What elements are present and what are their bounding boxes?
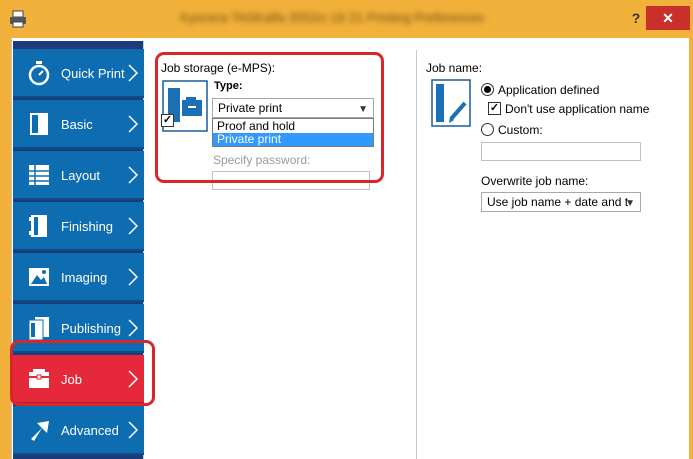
chevron-right-icon bbox=[128, 166, 139, 184]
chevron-right-icon bbox=[128, 319, 139, 337]
printer-icon bbox=[10, 10, 26, 28]
job-name-icon bbox=[431, 79, 471, 127]
application-defined-radio[interactable] bbox=[481, 83, 494, 96]
sidebar-item-label: Job bbox=[61, 372, 82, 387]
type-dropdown-list: Proof and hold Private print bbox=[212, 118, 374, 147]
chevron-right-icon bbox=[128, 268, 139, 286]
custom-job-name-input[interactable] bbox=[481, 142, 641, 161]
sidebar-item-label: Layout bbox=[61, 168, 101, 183]
chevron-down-icon: ▼ bbox=[625, 198, 635, 209]
overwrite-job-name-select[interactable]: Use job name + date and t ▼ bbox=[481, 192, 641, 212]
close-button[interactable]: ✕ bbox=[646, 6, 690, 30]
chevron-right-icon bbox=[128, 64, 139, 82]
sidebar-item-advanced[interactable]: Advanced bbox=[13, 406, 144, 455]
finishing-icon bbox=[29, 215, 47, 237]
sidebar-item-basic[interactable]: Basic bbox=[13, 100, 144, 149]
section-divider bbox=[416, 50, 417, 459]
stopwatch-icon bbox=[28, 61, 50, 86]
sidebar-item-quick-print[interactable]: Quick Print bbox=[13, 49, 144, 98]
overwrite-select-value: Use job name + date and t bbox=[487, 195, 629, 209]
job-storage-title: Job storage (e-MPS): bbox=[161, 61, 276, 75]
job-storage-checkbox[interactable]: ✓ bbox=[161, 114, 174, 127]
job-folder-icon bbox=[29, 369, 49, 388]
job-name-title: Job name: bbox=[426, 61, 483, 75]
dont-use-app-name-checkbox[interactable]: ✓ bbox=[488, 102, 501, 115]
help-button[interactable]: ? bbox=[625, 8, 647, 28]
custom-label: Custom: bbox=[498, 123, 543, 137]
chevron-down-icon: ▼ bbox=[358, 104, 368, 115]
sidebar-item-label: Finishing bbox=[61, 219, 114, 234]
dropdown-option-private-print[interactable]: Private print bbox=[213, 133, 373, 146]
password-input[interactable] bbox=[212, 171, 370, 190]
password-label: Specify password: bbox=[213, 153, 311, 167]
sidebar-item-finishing[interactable]: Finishing bbox=[13, 202, 144, 251]
type-select-value: Private print bbox=[218, 101, 283, 115]
sidebar-item-label: Basic bbox=[61, 117, 93, 132]
application-defined-label: Application defined bbox=[498, 83, 600, 97]
page-icon bbox=[30, 113, 48, 135]
chevron-right-icon bbox=[128, 217, 139, 235]
sidebar-item-imaging[interactable]: Imaging bbox=[13, 253, 144, 302]
image-icon bbox=[29, 268, 49, 286]
sidebar-item-layout[interactable]: Layout bbox=[13, 151, 144, 200]
dont-use-app-name-label: Don't use application name bbox=[505, 102, 650, 116]
type-select[interactable]: Private print ▼ bbox=[212, 98, 374, 118]
sidebar-item-job[interactable]: Job bbox=[13, 355, 144, 404]
sidebar-item-label: Imaging bbox=[61, 270, 108, 285]
chevron-right-icon bbox=[128, 370, 139, 388]
overwrite-job-name-label: Overwrite job name: bbox=[481, 174, 589, 188]
sidebar-item-label: Publishing bbox=[61, 321, 121, 336]
arrow-icon bbox=[31, 421, 49, 441]
chevron-right-icon bbox=[128, 115, 139, 133]
layout-grid-icon bbox=[29, 165, 49, 185]
sidebar-item-label: Advanced bbox=[61, 423, 119, 438]
sidebar: Quick Print Basic Layout Finishing Imagi… bbox=[13, 41, 144, 459]
chevron-right-icon bbox=[128, 421, 139, 439]
sidebar-item-label: Quick Print bbox=[61, 66, 125, 81]
custom-radio[interactable] bbox=[481, 123, 494, 136]
sidebar-item-publishing[interactable]: Publishing bbox=[13, 304, 144, 353]
publishing-icon bbox=[28, 317, 49, 341]
type-label: Type: bbox=[214, 80, 243, 92]
window-title: Kyocera TASKalfa 3552ci 19 21 Printing P… bbox=[180, 10, 485, 25]
